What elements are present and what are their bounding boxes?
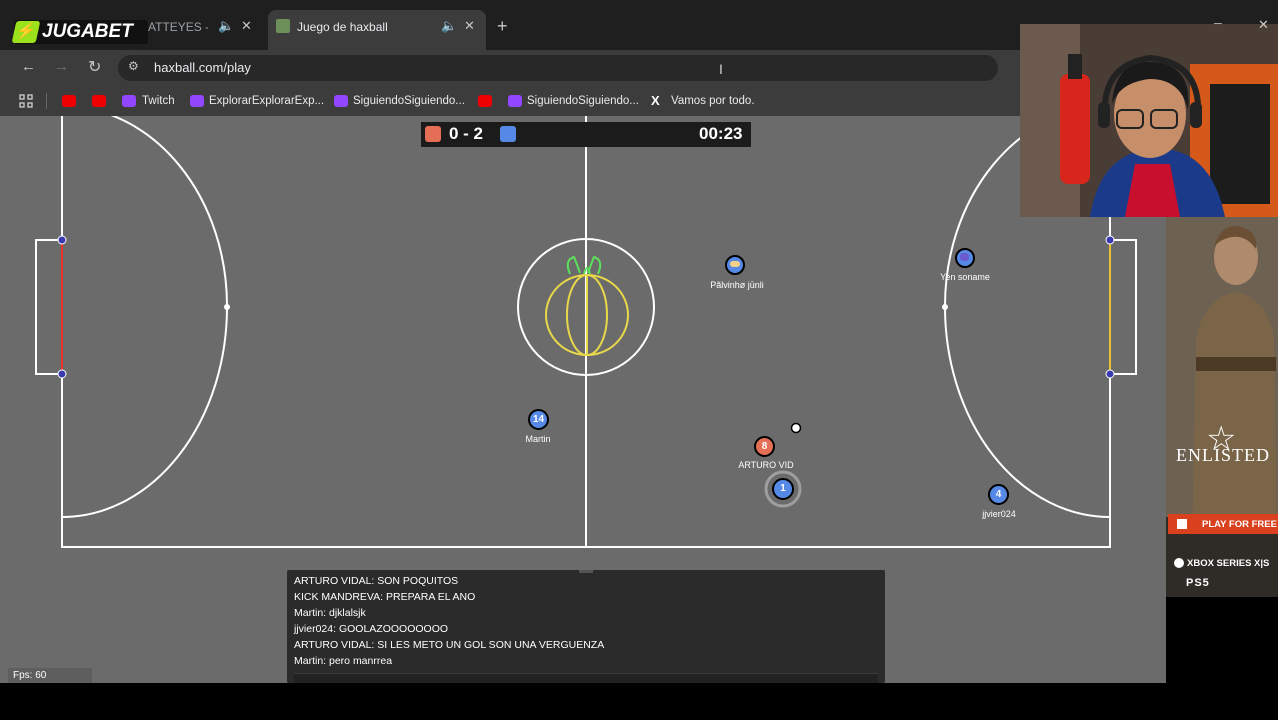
player-emoji-icon	[960, 253, 969, 261]
left-goal-net	[35, 239, 62, 375]
back-icon[interactable]: ←	[21, 58, 36, 75]
player-name: Yen soname	[940, 272, 990, 282]
tab-close-icon[interactable]: ✕	[464, 18, 475, 34]
forward-icon[interactable]: →	[54, 58, 69, 75]
right-goal-net	[1110, 239, 1137, 375]
player-name: Martin	[525, 434, 551, 444]
youtube-icon[interactable]	[92, 95, 106, 107]
windows-icon	[1177, 519, 1187, 529]
blue-team-icon	[500, 126, 516, 142]
ad-title: ENLISTED	[1176, 445, 1270, 465]
youtube-icon[interactable]	[62, 95, 76, 107]
tab-inactive-label: ATTEYES - TC	[148, 20, 208, 34]
xbox-series-label: XBOX SERIES X|S	[1187, 558, 1270, 569]
enlisted-ad[interactable]: ☆ ENLISTED PLAY FOR FREE XBOX SERIES X|S…	[1166, 217, 1278, 597]
logo-part1: JUGA	[42, 21, 95, 42]
left-penalty-arc	[61, 116, 229, 518]
twitch-icon	[190, 95, 204, 107]
score: 0 - 2	[449, 124, 484, 143]
bookmark-divider	[46, 93, 47, 109]
bookmark-siguiendo-2[interactable]: SiguiendoSiguiendo...	[527, 95, 639, 107]
penalty-spot	[224, 304, 230, 310]
twitch-icon	[122, 95, 136, 107]
lightning-icon: ⚡	[11, 21, 41, 43]
match-timer: 00:23	[699, 124, 743, 143]
goalpost	[57, 235, 67, 245]
goalpost	[57, 369, 67, 379]
chat-line: KICK MANDREVA: PREPARA EL ANO	[294, 591, 476, 603]
new-tab-icon[interactable]: +	[497, 16, 508, 37]
webcam-overlay	[1020, 24, 1278, 217]
chat-line: ARTURO VIDAL: SI LES METO UN GOL SON UNA…	[294, 639, 605, 651]
bookmark-explorar[interactable]: ExplorarExplorarExp...	[209, 95, 324, 107]
youtube-icon[interactable]	[478, 95, 492, 107]
logo-part2: BET	[94, 21, 133, 42]
player-number: 8	[754, 436, 775, 457]
x-icon: X	[651, 93, 660, 108]
chat-line: Martin: djklalsjk	[294, 607, 366, 619]
bookmark-twitch[interactable]: Twitch	[142, 95, 175, 107]
twitch-icon	[334, 95, 348, 107]
chat-line: ARTURO VIDAL: SON POQUITOS	[294, 575, 459, 587]
player-number: 14	[528, 409, 549, 430]
jugabet-logo-text: JUGABET	[42, 21, 133, 43]
player-number: 1	[772, 478, 794, 500]
url-text: haxball.com/play	[154, 60, 251, 75]
penalty-spot	[942, 304, 948, 310]
red-team-icon	[425, 126, 441, 142]
apps-grid-icon[interactable]	[19, 94, 33, 108]
tab-active-label: Juego de haxball	[297, 20, 388, 34]
reload-icon[interactable]: ↻	[88, 57, 101, 77]
tab-close-icon[interactable]: ✕	[241, 18, 252, 34]
chat-resize-handle[interactable]	[579, 570, 593, 573]
bookmark-siguiendo-1[interactable]: SiguiendoSiguiendo...	[353, 95, 465, 107]
fps-counter: Fps: 60	[8, 668, 92, 683]
window-close-icon[interactable]: ✕	[1258, 17, 1269, 33]
speaker-icon: 🔈	[441, 18, 458, 33]
goalpost	[1105, 369, 1115, 379]
bookmark-vamos[interactable]: Vamos por todo.	[671, 95, 755, 107]
play-for-free-label: PLAY FOR FREE	[1202, 519, 1277, 530]
speaker-icon: 🔈	[218, 18, 235, 33]
chat-line: Martin: pero manrrea	[294, 655, 393, 667]
twitch-icon	[508, 95, 522, 107]
text-cursor-icon: I	[719, 61, 723, 77]
ps5-label: PS5	[1186, 577, 1210, 589]
player-number: 4	[988, 484, 1009, 505]
chat-line: jjvier024: GOOLAZOOOOOOOO	[294, 623, 449, 635]
bottom-bar	[0, 683, 1278, 720]
xbox-icon	[1174, 558, 1184, 568]
site-settings-icon[interactable]: ⚙	[128, 59, 139, 73]
player-emoji-icon	[730, 261, 740, 267]
ball	[790, 422, 802, 434]
haxball-favicon-icon	[276, 19, 290, 33]
goalpost	[1105, 235, 1115, 245]
player-name: ARTURO VID	[738, 460, 794, 470]
player-name: jjvier024	[982, 509, 1016, 519]
player-name: Pãlvinhø jūnli	[710, 280, 764, 290]
minimize-icon[interactable]: ─	[1214, 18, 1222, 30]
